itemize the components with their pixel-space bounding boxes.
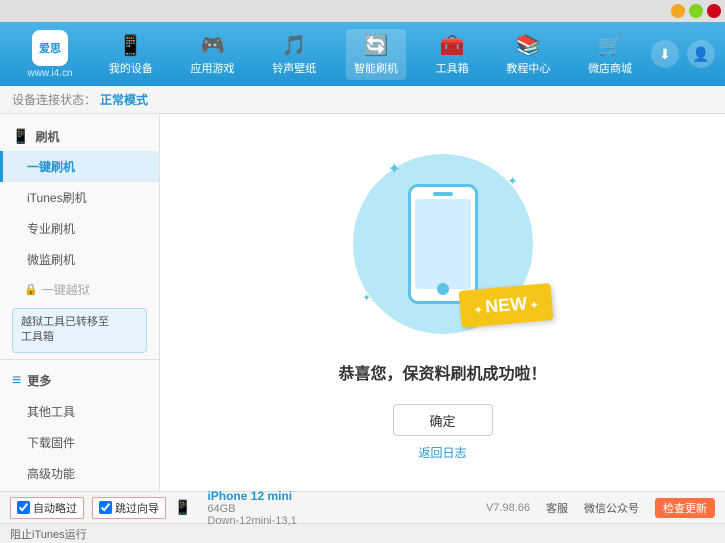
maximize-button[interactable] (689, 4, 703, 18)
tutorials-label: 教程中心 (506, 60, 550, 76)
nav-toolbox[interactable]: 🧰 工具箱 (428, 29, 477, 80)
check-update-button[interactable]: 检查更新 (655, 498, 715, 518)
sidebar-section-more: ≡ 更多 (0, 366, 159, 396)
success-text: 恭喜您，保资料刷机成功啦！ (338, 360, 546, 384)
flash-section-title: 刷机 (35, 128, 59, 145)
smart-store-label: 智能刷机 (354, 60, 398, 76)
sidebar-item-advanced[interactable]: 高级功能 (0, 458, 159, 489)
device-firmware: Down-12mini-13,1 (207, 515, 296, 527)
more-section-title: 更多 (27, 372, 51, 389)
star-3: ✦ (363, 293, 371, 304)
device-info: iPhone 12 mini 64GB Down-12mini-13,1 (207, 489, 296, 527)
download-button[interactable]: ⬇ (651, 40, 679, 68)
skip-wizard-input[interactable] (99, 501, 112, 514)
confirm-button[interactable]: 确定 (393, 404, 493, 436)
sidebar-item-pro-flash[interactable]: 专业刷机 (0, 213, 159, 244)
itunes-status-bar: 阻止iTunes运行 (0, 523, 725, 543)
nav-smart-store[interactable]: 🔄 智能刷机 (346, 29, 406, 80)
logo-text-icon: 爱思 (39, 40, 61, 56)
logo-url: www.i4.cn (27, 68, 72, 79)
more-section-icon: ≡ (12, 372, 21, 390)
sidebar-divider (0, 359, 159, 360)
apps-games-icon: 🎮 (200, 33, 225, 58)
status-label: 设备连接状态： (12, 91, 96, 108)
header-right: ⬇ 👤 (651, 40, 715, 68)
phone-body (408, 184, 478, 304)
star-2: ✦ (507, 174, 517, 188)
close-button[interactable] (707, 4, 721, 18)
my-device-icon: 📱 (118, 33, 143, 58)
logo[interactable]: 爱思 www.i4.cn (10, 30, 90, 79)
user-button[interactable]: 👤 (687, 40, 715, 68)
nav-bar: 📱 我的设备 🎮 应用游戏 🎵 铃声壁纸 🔄 智能刷机 🧰 工具箱 📚 教程中心… (90, 29, 651, 80)
status-bar: 设备连接状态： 正常模式 (0, 86, 725, 114)
version-text: V7.98.66 (486, 502, 530, 514)
bottom-right: V7.98.66 客服 微信公众号 检查更新 (486, 498, 715, 518)
phone-screen (415, 199, 471, 289)
nav-apps-games[interactable]: 🎮 应用游戏 (183, 29, 243, 80)
skip-wizard-label: 跳过向导 (115, 500, 159, 516)
phone-button (437, 283, 449, 295)
smart-store-icon: 🔄 (364, 33, 389, 58)
flash-section-icon: 📱 (12, 128, 29, 145)
auto-skip-input[interactable] (17, 501, 30, 514)
ringtones-label: 铃声壁纸 (272, 60, 316, 76)
sidebar-item-other-tools[interactable]: 其他工具 (0, 396, 159, 427)
auto-skip-label: 自动略过 (33, 500, 77, 516)
apps-games-label: 应用游戏 (191, 60, 235, 76)
content-area: ✦ ✦ ✦ NEW 恭喜您，保资料刷机成功啦！ 确定 返回日志 (160, 114, 725, 491)
auto-skip-checkbox[interactable]: 自动略过 (10, 497, 84, 519)
sidebar-locked-jailbreak: 🔒 一键越狱 (0, 275, 159, 304)
weidian-label: 微店商城 (588, 60, 632, 76)
sidebar-item-download-firmware[interactable]: 下载固件 (0, 427, 159, 458)
customer-service-link[interactable]: 客服 (546, 500, 568, 516)
ringtones-icon: 🎵 (282, 33, 307, 58)
new-badge: NEW (459, 283, 554, 328)
back-link[interactable]: 返回日志 (418, 444, 466, 461)
phone-notch (433, 192, 453, 196)
sidebar-section-flash: 📱 刷机 (0, 122, 159, 151)
status-value: 正常模式 (100, 91, 148, 108)
header: 爱思 www.i4.cn 📱 我的设备 🎮 应用游戏 🎵 铃声壁纸 🔄 智能刷机… (0, 22, 725, 86)
notice-text: 越狱工具已转移至工具箱 (21, 316, 109, 343)
nav-tutorials[interactable]: 📚 教程中心 (498, 29, 558, 80)
lock-icon: 🔒 (24, 283, 38, 296)
device-storage: 64GB (207, 503, 296, 515)
device-icon: 📱 (174, 499, 191, 516)
sidebar: 📱 刷机 一键刷机 iTunes刷机 专业刷机 微监刷机 🔒 一键越狱 越狱工具… (0, 114, 160, 491)
nav-ringtones[interactable]: 🎵 铃声壁纸 (264, 29, 324, 80)
toolbox-icon: 🧰 (440, 33, 465, 58)
toolbox-label: 工具箱 (436, 60, 469, 76)
itunes-status-text: 阻止iTunes运行 (10, 526, 87, 542)
weidian-icon: 🛒 (598, 33, 623, 58)
my-device-label: 我的设备 (109, 60, 153, 76)
wechat-link[interactable]: 微信公众号 (584, 500, 639, 516)
star-1: ✦ (388, 159, 401, 179)
minimize-button[interactable] (671, 4, 685, 18)
nav-weidian[interactable]: 🛒 微店商城 (580, 29, 640, 80)
sidebar-notice: 越狱工具已转移至工具箱 (12, 308, 147, 353)
locked-label: 一键越狱 (42, 281, 90, 298)
main-area: 📱 刷机 一键刷机 iTunes刷机 专业刷机 微监刷机 🔒 一键越狱 越狱工具… (0, 114, 725, 491)
tutorials-icon: 📚 (516, 33, 541, 58)
nav-my-device[interactable]: 📱 我的设备 (101, 29, 161, 80)
sidebar-item-one-key-flash[interactable]: 一键刷机 (0, 151, 159, 182)
skip-wizard-checkbox[interactable]: 跳过向导 (92, 497, 166, 519)
sidebar-item-itunes-flash[interactable]: iTunes刷机 (0, 182, 159, 213)
phone-illustration: ✦ ✦ ✦ NEW (333, 144, 553, 344)
bottom-bar: 自动略过 跳过向导 📱 iPhone 12 mini 64GB Down-12m… (0, 491, 725, 523)
title-bar (0, 0, 725, 22)
device-name: iPhone 12 mini (207, 489, 296, 503)
sidebar-item-micro-flash[interactable]: 微监刷机 (0, 244, 159, 275)
logo-icon: 爱思 (32, 30, 68, 66)
